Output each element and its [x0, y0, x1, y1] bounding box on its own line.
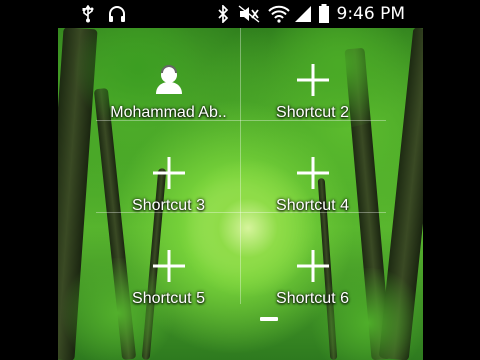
- shortcut-label: Shortcut 6: [276, 290, 349, 307]
- bluetooth-icon: [216, 4, 230, 24]
- battery-icon: [317, 4, 331, 24]
- plus-icon: [293, 153, 333, 193]
- headphones-icon: [106, 4, 128, 24]
- page-indicator[interactable]: [260, 317, 278, 321]
- wifi-icon: [268, 4, 290, 24]
- shortcut-label: Mohammad Ab..: [110, 104, 227, 121]
- plus-icon: [149, 153, 189, 193]
- shortcut-label: Shortcut 2: [276, 104, 349, 121]
- shortcut-3[interactable]: Shortcut 3: [96, 131, 241, 223]
- shortcut-label: Shortcut 3: [132, 197, 205, 214]
- status-time: 9:46 PM: [336, 4, 406, 24]
- shortcut-2[interactable]: Shortcut 2: [240, 38, 385, 130]
- shortcut-6[interactable]: Shortcut 6: [240, 224, 385, 316]
- shortcut-contact[interactable]: Mohammad Ab..: [96, 38, 241, 130]
- plus-icon: [149, 246, 189, 286]
- shortcut-label: Shortcut 5: [132, 290, 205, 307]
- usb-icon: [80, 4, 96, 24]
- shortcut-5[interactable]: Shortcut 5: [96, 224, 241, 316]
- plus-icon: [293, 246, 333, 286]
- contact-icon: [149, 60, 189, 100]
- plus-icon: [293, 60, 333, 100]
- status-bar: 9:46 PM: [0, 0, 480, 28]
- shortcut-4[interactable]: Shortcut 4: [240, 131, 385, 223]
- signal-icon: [294, 4, 312, 24]
- shortcut-label: Shortcut 4: [276, 197, 349, 214]
- mute-icon: [238, 4, 260, 24]
- home-screen: Mohammad Ab.. Shortcut 2 Shortcut 3 Shor…: [58, 28, 423, 360]
